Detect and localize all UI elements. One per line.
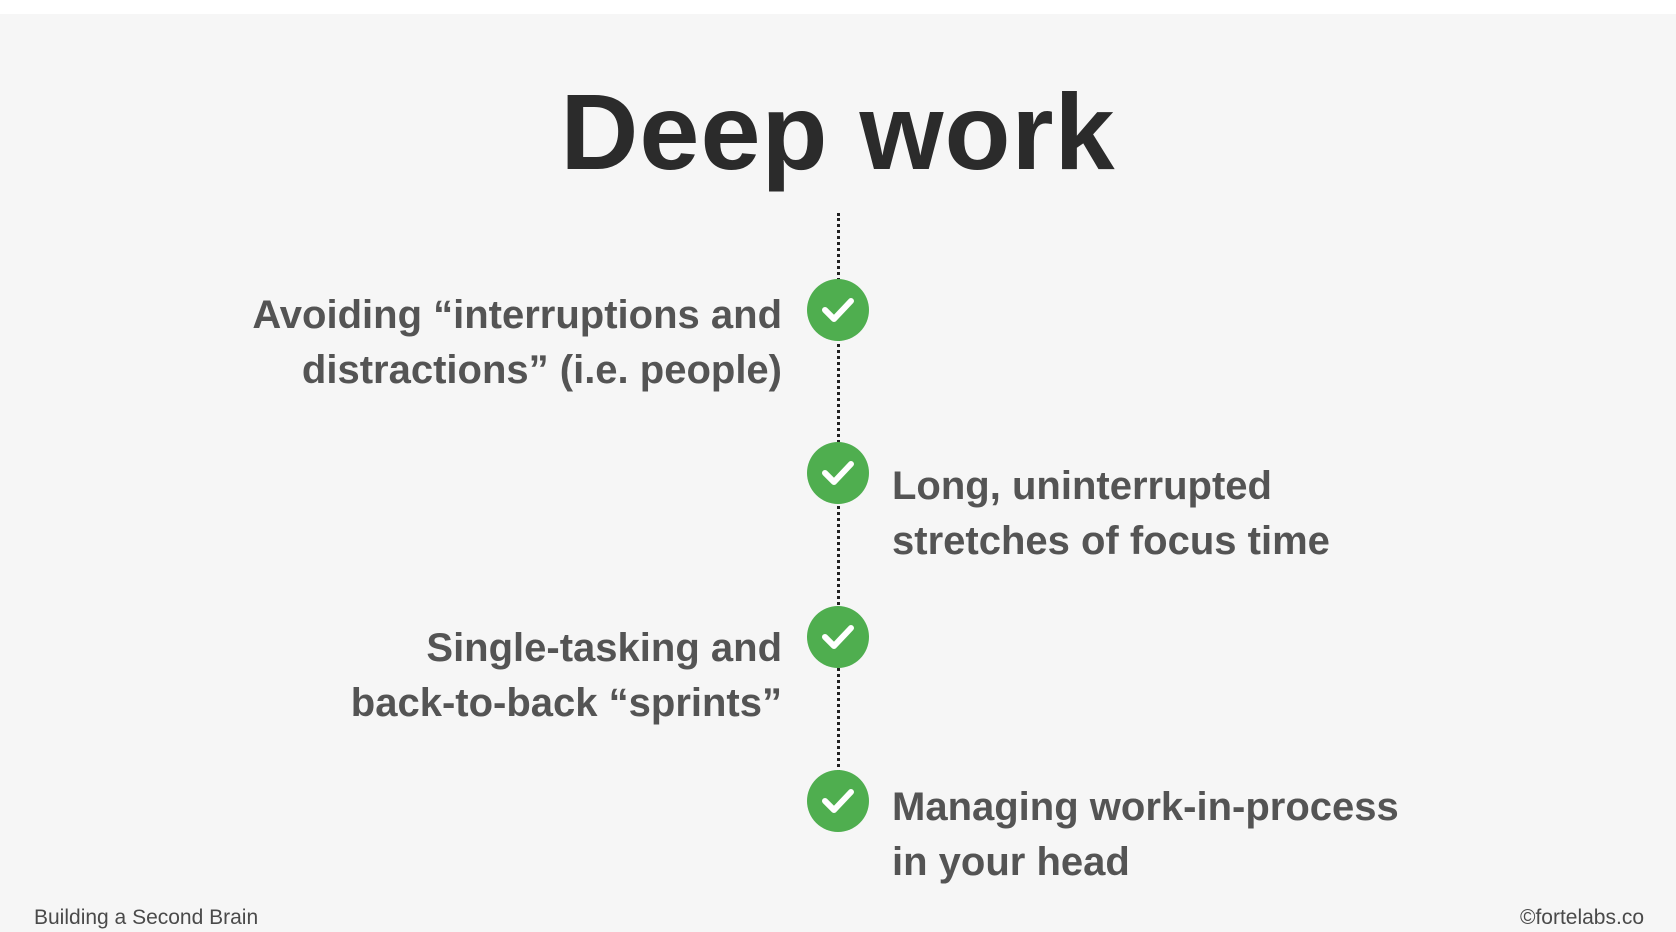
check-circle-icon xyxy=(807,442,869,504)
item-3-line-1: Single-tasking and xyxy=(426,626,782,670)
slide-title: Deep work xyxy=(560,71,1116,192)
item-2-line-1: Long, uninterrupted xyxy=(892,464,1272,508)
item-2-line-2: stretches of focus time xyxy=(892,519,1330,563)
item-1-line-2: distractions” (i.e. people) xyxy=(301,348,782,392)
item-4-line-2: in your head xyxy=(892,840,1130,884)
check-circle-icon xyxy=(807,279,869,341)
footer-copyright: ©fortelabs.co xyxy=(1519,906,1644,929)
top-strip xyxy=(0,0,1676,14)
timeline-item-2: Long, uninterrupted stretches of focus t… xyxy=(892,459,1592,569)
check-circle-icon xyxy=(807,606,869,668)
timeline-item-1: Avoiding “interruptions and distractions… xyxy=(142,288,782,398)
check-circle-icon xyxy=(807,770,869,832)
item-3-line-2: back-to-back “sprints” xyxy=(350,681,782,725)
timeline-item-3: Single-tasking and back-to-back “sprints… xyxy=(142,621,782,731)
timeline-item-4: Managing work-in-process in your head xyxy=(892,780,1592,890)
item-4-line-1: Managing work-in-process xyxy=(892,785,1399,829)
footer-course-name: Building a Second Brain xyxy=(34,906,259,929)
slide: Deep work Avoiding “interruptions and di… xyxy=(0,0,1676,932)
item-1-line-1: Avoiding “interruptions and xyxy=(252,293,782,337)
